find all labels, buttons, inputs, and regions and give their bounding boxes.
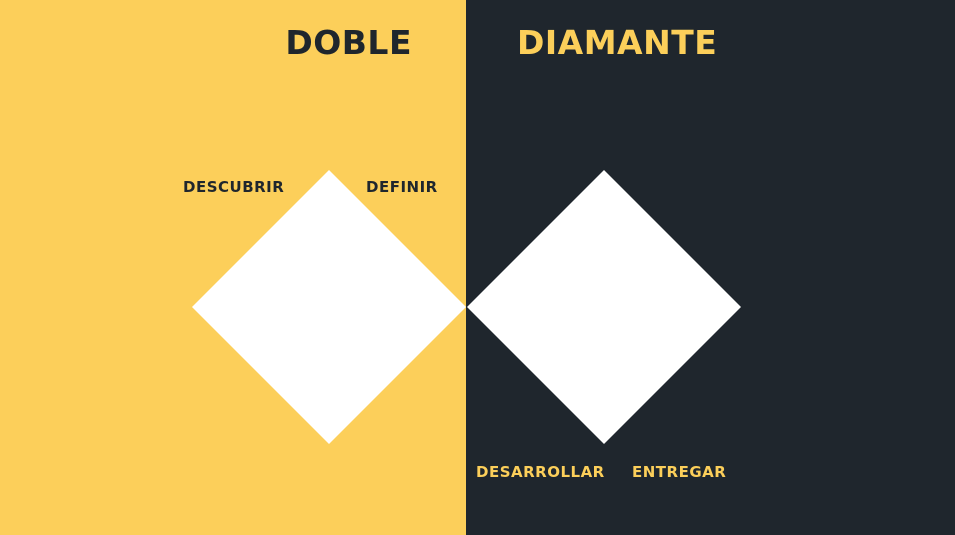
first-diamond xyxy=(192,170,466,444)
double-diamond-diagram xyxy=(192,170,741,444)
phase-label-discover: DESCUBRIR xyxy=(183,178,285,196)
title-left-word: DOBLE xyxy=(285,23,412,62)
title-right-word: DIAMANTE xyxy=(517,23,718,62)
phase-label-develop: DESARROLLAR xyxy=(476,463,605,481)
second-diamond xyxy=(467,170,741,444)
phase-label-define: DEFINIR xyxy=(366,178,438,196)
phase-label-deliver: ENTREGAR xyxy=(632,463,727,481)
